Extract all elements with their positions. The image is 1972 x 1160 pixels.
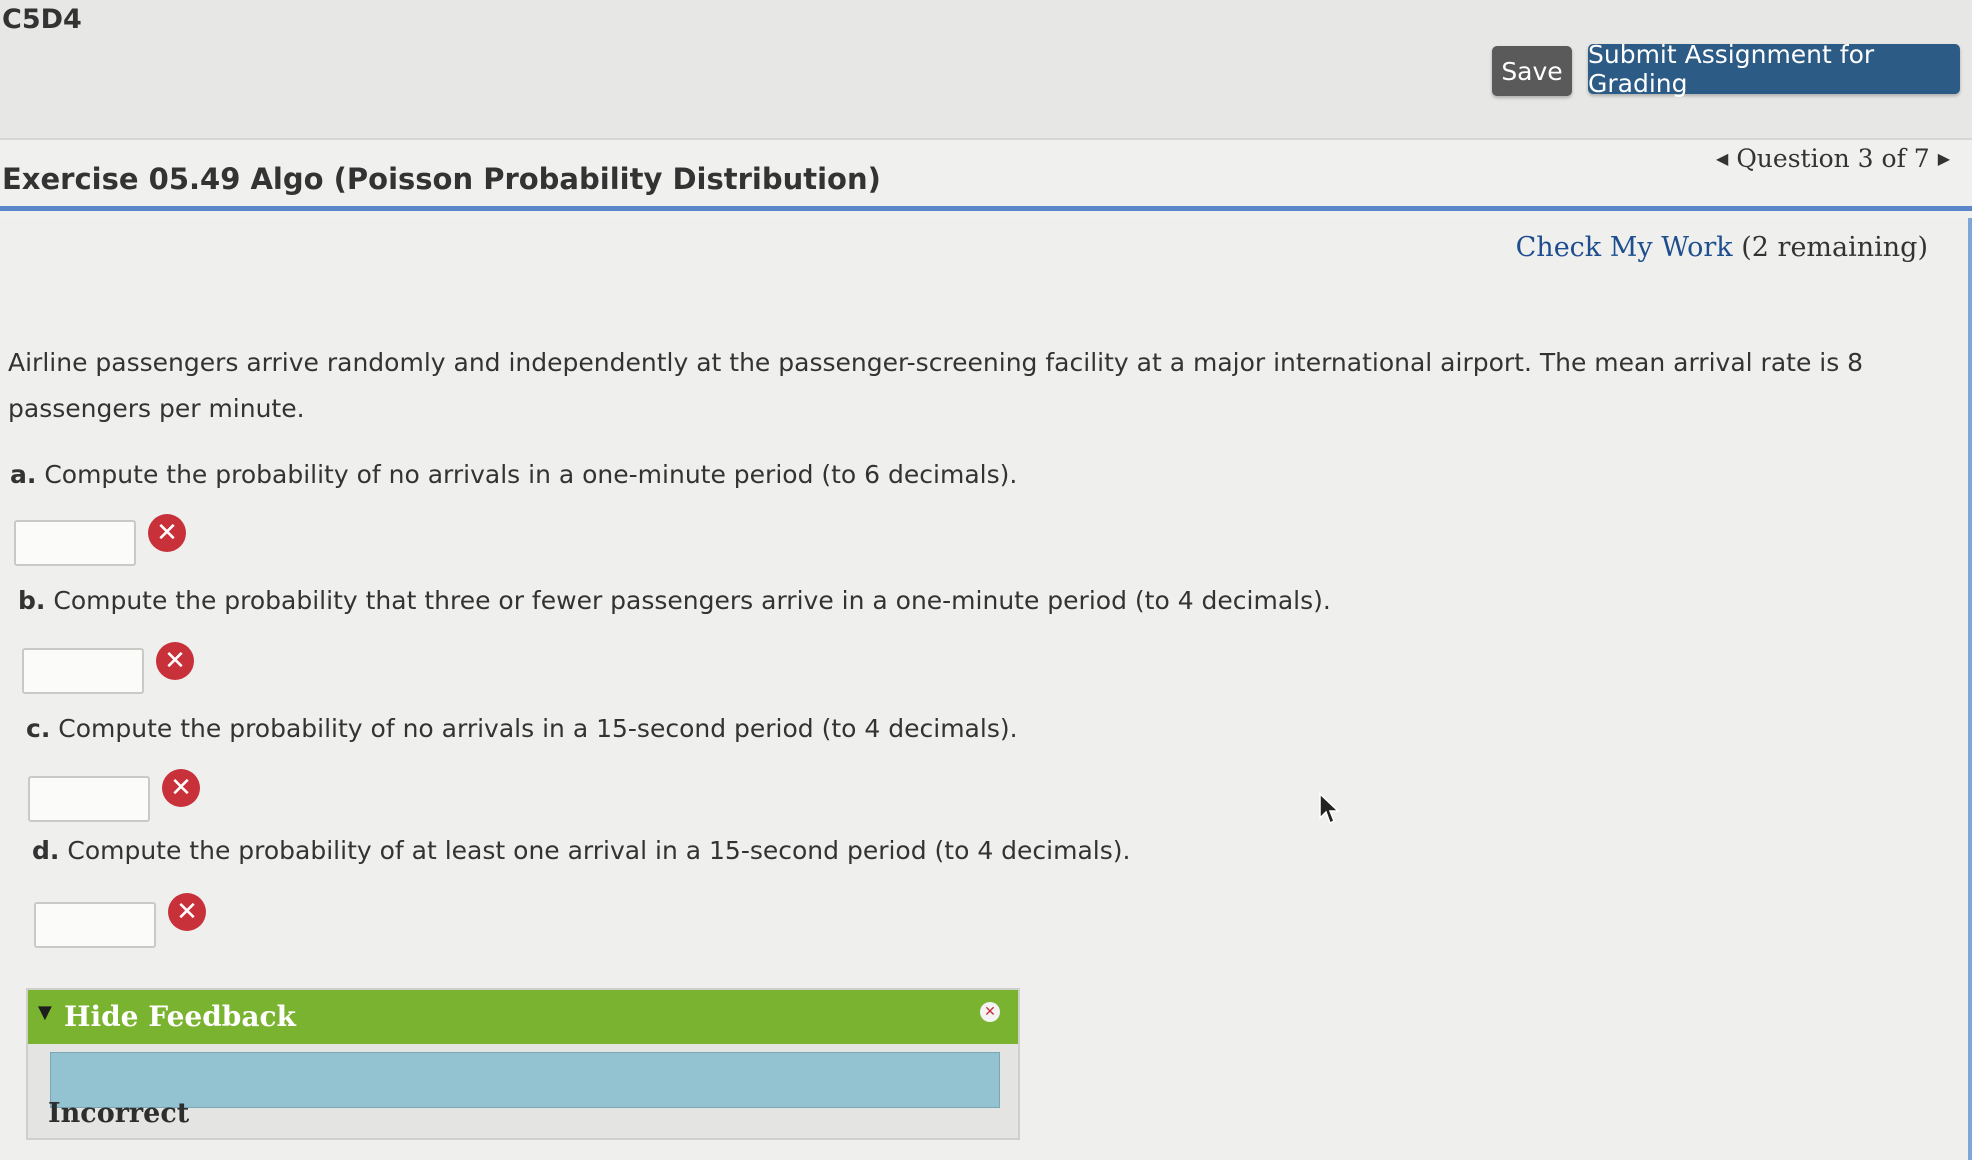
part-text: Compute the probability of no arrivals i… bbox=[44, 460, 1018, 489]
submit-assignment-button[interactable]: Submit Assignment for Grading bbox=[1588, 40, 1960, 98]
x-circle-icon: ✕ bbox=[168, 893, 206, 931]
mouse-pointer-icon bbox=[1319, 792, 1340, 825]
triangle-right-icon[interactable]: ▶ bbox=[1938, 149, 1950, 168]
triangle-left-icon[interactable]: ◀ bbox=[1716, 149, 1728, 168]
part-text: Compute the probability of no arrivals i… bbox=[58, 714, 1018, 743]
question-navigator: ◀ Question 3 of 7 ▶ bbox=[1716, 144, 1950, 173]
triangle-down-icon: ▼ bbox=[38, 1002, 52, 1023]
x-circle-icon: ✕ bbox=[162, 769, 200, 807]
hide-feedback-label: Hide Feedback bbox=[64, 1000, 296, 1033]
page-title: Exercise 05.49 Algo (Poisson Probability… bbox=[2, 162, 881, 196]
part-b-prompt: b. Compute the probability that three or… bbox=[18, 586, 1331, 615]
assignment-page: C5D4 Save Submit Assignment for Grading … bbox=[0, 0, 1972, 1160]
part-a-prompt: a. Compute the probability of no arrival… bbox=[10, 460, 1017, 489]
part-a-answer-input[interactable] bbox=[14, 520, 136, 566]
part-letter: b. bbox=[18, 586, 46, 615]
part-b-answer-input[interactable] bbox=[22, 648, 144, 694]
check-my-work: Check My Work (2 remaining) bbox=[1516, 232, 1928, 263]
part-c-answer-input[interactable] bbox=[28, 776, 150, 822]
part-text: Compute the probability that three or fe… bbox=[53, 586, 1331, 615]
part-d-answer-input[interactable] bbox=[34, 902, 156, 948]
check-my-work-link[interactable]: Check My Work bbox=[1516, 232, 1733, 263]
save-button[interactable]: Save bbox=[1492, 46, 1572, 96]
x-circle-icon: ✕ bbox=[148, 514, 186, 552]
course-code: C5D4 bbox=[2, 4, 82, 35]
part-letter: d. bbox=[32, 836, 60, 865]
part-letter: a. bbox=[10, 460, 37, 489]
part-d-prompt: d. Compute the probability of at least o… bbox=[32, 836, 1130, 865]
close-icon[interactable]: ✕ bbox=[980, 1002, 1000, 1022]
top-toolbar: C5D4 Save Submit Assignment for Grading bbox=[0, 0, 1972, 140]
question-counter: Question 3 of 7 bbox=[1736, 144, 1930, 173]
title-divider bbox=[0, 206, 1972, 211]
part-c-prompt: c. Compute the probability of no arrival… bbox=[26, 714, 1018, 743]
x-circle-icon: ✕ bbox=[156, 642, 194, 680]
check-my-work-remaining: (2 remaining) bbox=[1741, 232, 1928, 263]
problem-statement: Airline passengers arrive randomly and i… bbox=[8, 348, 1864, 423]
feedback-status: Incorrect bbox=[48, 1098, 190, 1129]
exercise-header: Exercise 05.49 Algo (Poisson Probability… bbox=[0, 140, 1972, 218]
part-text: Compute the probability of at least one … bbox=[67, 836, 1131, 865]
part-letter: c. bbox=[26, 714, 51, 743]
scroll-edge bbox=[1968, 218, 1972, 1160]
feedback-toggle[interactable]: ▼ Hide Feedback ✕ bbox=[28, 990, 1018, 1044]
feedback-body bbox=[50, 1052, 1000, 1108]
